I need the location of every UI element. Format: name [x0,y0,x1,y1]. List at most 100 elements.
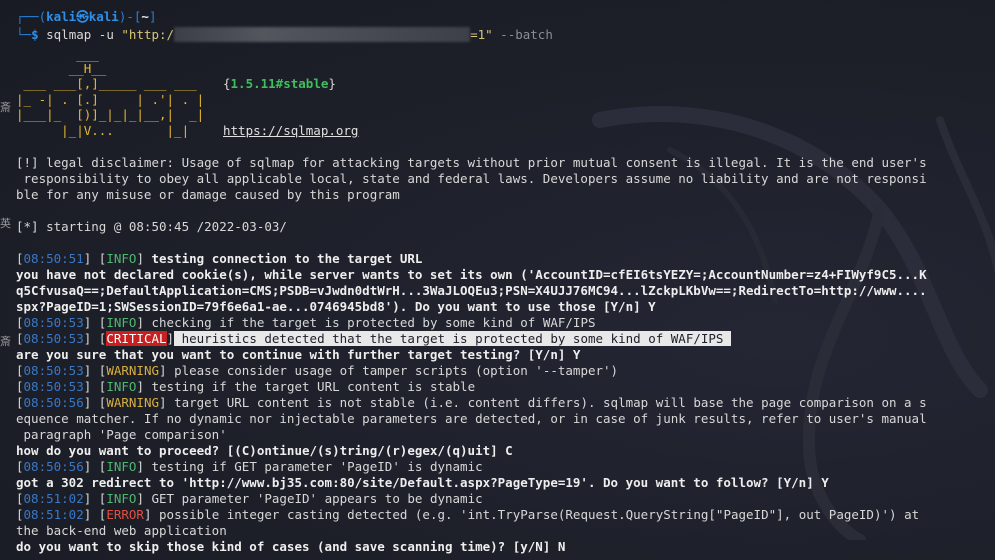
command-line[interactable]: └─$ sqlmap -u "http:/ =1" --batch [16,27,553,43]
log-bracket: ] [ [83,507,107,522]
log-bracket: ] [ [83,395,107,410]
prompt-user: kali㉿kali [46,9,119,24]
log-level-info: INFO [106,379,137,394]
log-line: [08:50:53] [INFO] testing if the target … [16,379,475,395]
log-bracket: ] [136,315,144,330]
banner-line: |___|_ [)]_|_|_|__,| _| [16,107,205,122]
log-bracket: ] [136,379,144,394]
log-bracket: ] [ [83,379,107,394]
selected-log-message[interactable]: heuristics detected that the target is p… [174,331,731,346]
log-line: [08:50:56] [INFO] testing if GET paramet… [16,459,483,475]
log-level-info: INFO [106,251,137,266]
log-timestamp: 08:50:56 [23,459,84,474]
sqlmap-link[interactable]: https://sqlmap.org [223,123,358,139]
log-bracket: ] [ [83,331,107,346]
log-bracket: [ [16,251,24,266]
log-continuation-line: how do you want to proceed? [(C)ontinue/… [16,443,513,459]
version-brace: } [328,76,336,91]
log-line: [08:50:56] [WARNING] target URL content … [16,395,927,411]
log-text: do you want to skip those kind of cases … [16,539,566,554]
disclaimer-line: responsibility to obey all applicable lo… [16,171,927,186]
log-line: [08:51:02] [ERROR] possible integer cast… [16,507,919,523]
log-continuation-line: the back-end web application [16,523,227,539]
version-brace: { [223,76,231,91]
log-continuation-line: got a 302 redirect to 'http://www.bj35.c… [16,475,829,491]
log-text: you have not declared cookie(s), while s… [16,267,927,282]
command-url-end: =1" [470,27,493,42]
log-message: checking if the target is protected by s… [143,315,596,330]
sqlmap-url[interactable]: https://sqlmap.org [223,123,358,138]
log-timestamp: 08:50:53 [23,331,84,346]
log-line: [08:50:53] [WARNING] please consider usa… [16,363,618,379]
log-timestamp: 08:50:53 [23,315,84,330]
log-bracket: [ [16,395,24,410]
log-text: spx?PageID=1;SWSessionID=79f6e6a1-ae...0… [16,299,656,314]
banner-line: |_|V... |_| [16,123,212,138]
log-message: please consider usage of tamper scripts … [166,363,619,378]
log-bracket: ] [136,251,144,266]
log-bracket: [ [16,363,24,378]
log-line: [08:50:53] [CRITICAL] heuristics detecte… [16,331,731,347]
command-text: sqlmap -u [38,27,122,42]
prompt-path: ~ [141,9,149,24]
prompt-dollar: $ [31,27,39,42]
log-message: possible integer casting detected (e.g. … [151,507,920,522]
log-line: [08:50:53] [INFO] checking if the target… [16,315,596,331]
log-level-err: ERROR [106,507,144,522]
redacted-url [174,27,471,42]
log-bracket: ] [ [83,363,107,378]
banner-line: |_ -| . [.] | .'| . | [16,92,205,107]
log-bracket: ] [136,491,144,506]
log-text: paragraph 'Page comparison' [16,427,227,442]
log-timestamp: 08:50:51 [23,251,84,266]
log-continuation-line: do you want to skip those kind of cases … [16,539,565,555]
command-option: --batch [492,27,553,42]
log-level-info: INFO [106,491,137,506]
version-tag: {1.5.11#stable} [223,76,336,92]
gutter-mark: 英 [0,217,11,230]
left-gutter: 斎 英 斎 [0,0,12,560]
log-bracket: ] [159,363,167,378]
log-bracket: [ [16,315,24,330]
gutter-mark: 斎 [0,335,11,348]
log-bracket: ] [ [83,491,107,506]
log-message: testing if the target URL content is sta… [143,379,476,394]
log-message: testing connection to the target URL [143,251,423,266]
gutter-mark: 斎 [0,101,11,114]
prompt-frame: ┌──( [16,9,47,24]
log-continuation-line: spx?PageID=1;SWSessionID=79f6e6a1-ae...0… [16,299,656,315]
banner-line: __H__ [16,61,107,76]
log-message: GET parameter 'PageID' appears to be dyn… [143,491,483,506]
prompt-frame: └─ [16,27,32,42]
disclaimer-line: [!] legal disclaimer: Usage of sqlmap fo… [16,155,927,170]
terminal-window[interactable]: 斎 英 斎 ┌──(kali㉿kali)-[~] └─$ sqlmap -u "… [0,0,995,560]
log-bracket: [ [16,459,24,474]
log-timestamp: 08:51:02 [23,491,84,506]
prompt-frame: ] [148,9,157,24]
log-text: the back-end web application [16,523,227,538]
log-timestamp: 08:50:56 [23,395,84,410]
log-text: q5CfvusaQ==;DefaultApplication=CMS;PSDB=… [16,283,927,298]
banner-line: ___ ___[,]_____ ___ ___ [16,76,212,91]
log-continuation-line: q5CfvusaQ==;DefaultApplication=CMS;PSDB=… [16,283,927,299]
prompt-line-top: ┌──(kali㉿kali)-[~] [16,9,156,25]
prompt-frame: )-[ [118,9,142,24]
log-bracket: ] [ [83,315,107,330]
log-level-critical: CRITICAL [106,331,167,346]
log-level-warn: WARNING [106,395,160,410]
log-bracket: ] [136,459,144,474]
log-bracket: ] [166,331,175,346]
log-level-warn: WARNING [106,363,160,378]
log-timestamp: 08:50:53 [23,363,84,378]
log-message: testing if GET parameter 'PageID' is dyn… [143,459,483,474]
log-text: equence matcher. If no dynamic nor injec… [16,411,927,426]
log-line: [08:51:02] [INFO] GET parameter 'PageID'… [16,491,483,507]
log-text: are you sure that you want to continue w… [16,347,581,362]
log-bracket: ] [ [83,459,107,474]
log-continuation-line: you have not declared cookie(s), while s… [16,267,927,283]
log-timestamp: 08:50:53 [23,379,84,394]
log-bracket: [ [16,379,24,394]
log-timestamp: 08:51:02 [23,507,84,522]
log-text: how do you want to proceed? [(C)ontinue/… [16,443,513,458]
log-continuation-line: equence matcher. If no dynamic nor injec… [16,411,927,427]
